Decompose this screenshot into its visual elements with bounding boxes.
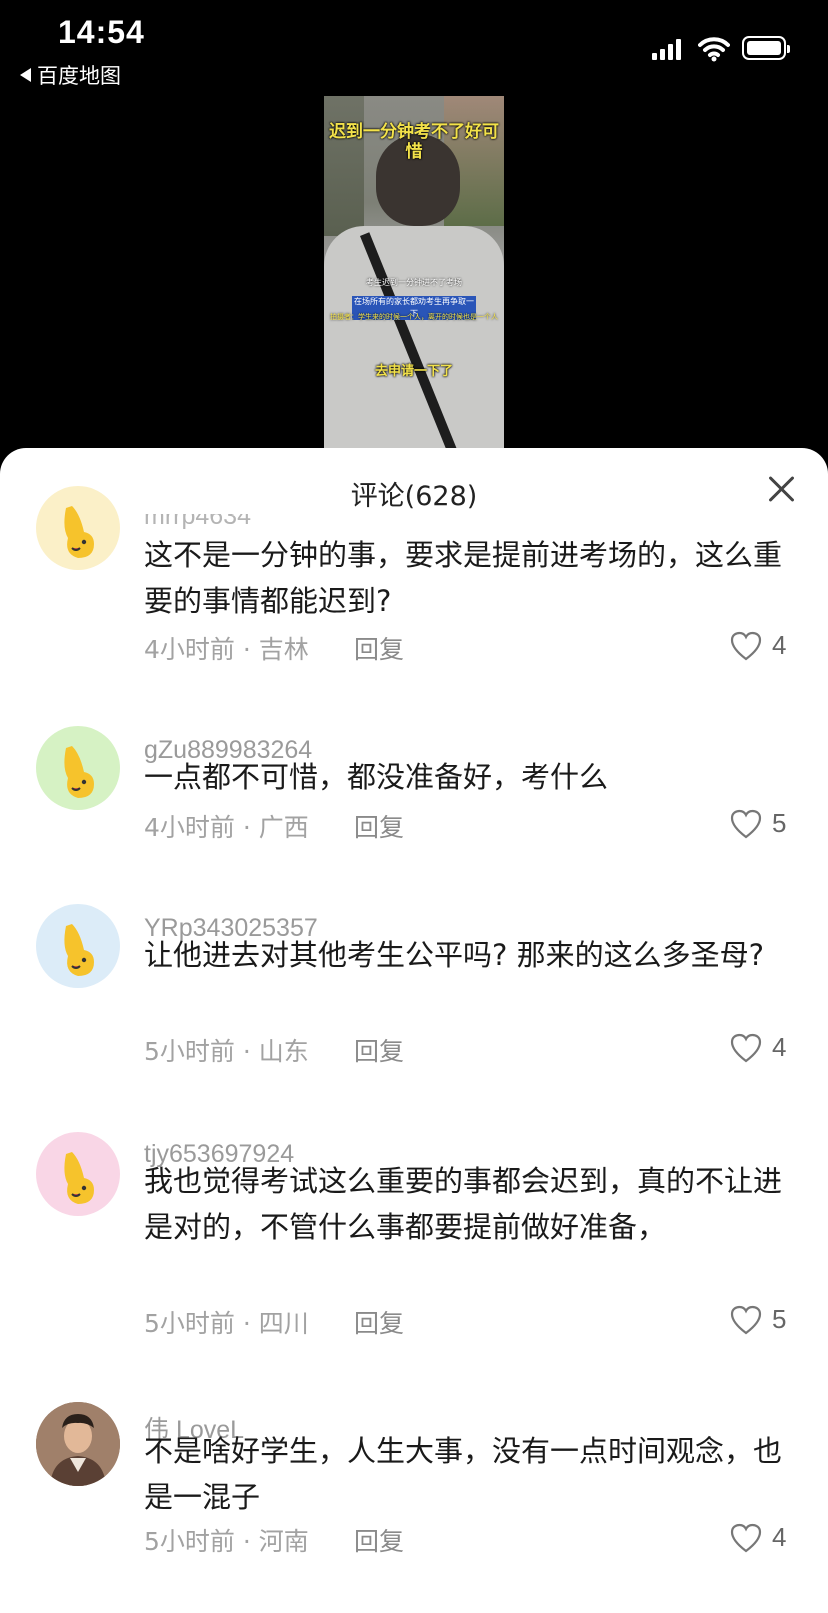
heart-icon bbox=[730, 809, 762, 838]
comment-text: 不是啥好学生，人生大事，没有一点时间观念，也是一混子 bbox=[144, 1434, 783, 1514]
comment-text: 我也觉得考试这么重要的事都会迟到，真的不让进是对的，不管什么事都要提前做好准备， bbox=[144, 1164, 783, 1244]
reply-button[interactable]: 回复 bbox=[354, 1304, 404, 1340]
reply-button[interactable]: 回复 bbox=[354, 630, 404, 666]
like-count: 4 bbox=[772, 630, 787, 660]
back-app-label: 百度地图 bbox=[37, 64, 121, 88]
avatar[interactable] bbox=[36, 1132, 120, 1216]
like-button[interactable]: 5 bbox=[730, 1304, 786, 1335]
video-caption-line: 考生迟到一分钟进不了考场 bbox=[366, 278, 462, 287]
video-caption-title: 迟到一分钟考不了好可惜 bbox=[329, 122, 499, 162]
comment-text: 这不是一分钟的事，要求是提前进考场的，这么重要的事情都能迟到? bbox=[144, 538, 783, 618]
bunny-avatar-icon bbox=[64, 1152, 94, 1204]
video-background bbox=[324, 96, 364, 236]
reply-button[interactable]: 回复 bbox=[354, 1032, 404, 1068]
heart-icon bbox=[730, 1523, 762, 1552]
like-button[interactable]: 5 bbox=[730, 808, 786, 839]
comments-title: 评论(628) bbox=[350, 481, 478, 512]
heart-icon bbox=[730, 631, 762, 660]
comment-meta: 4小时前 · 吉林 bbox=[144, 635, 309, 664]
video-person-body bbox=[324, 226, 504, 452]
like-button[interactable]: 4 bbox=[730, 1522, 786, 1553]
user-photo-icon bbox=[36, 1402, 120, 1486]
like-button[interactable]: 4 bbox=[730, 630, 786, 661]
avatar[interactable] bbox=[36, 486, 120, 570]
bunny-avatar-icon bbox=[64, 506, 94, 558]
like-count: 5 bbox=[772, 808, 787, 838]
close-icon[interactable] bbox=[766, 474, 796, 504]
heart-icon bbox=[730, 1033, 762, 1062]
back-to-app-button[interactable]: 百度地图 bbox=[20, 60, 121, 90]
back-arrow-icon bbox=[20, 68, 31, 82]
comment-meta: 5小时前 · 四川 bbox=[144, 1309, 309, 1338]
video-player[interactable]: 迟到一分钟考不了好可惜 考生迟到一分钟进不了考场 在场所有的家长都劝考生再争取一… bbox=[324, 96, 504, 452]
video-caption-line: 拍摄者：学生来的时候一个人，离开的时候也是一个人 bbox=[330, 313, 498, 321]
wifi-icon bbox=[698, 37, 730, 62]
battery-icon bbox=[742, 36, 790, 60]
cellular-signal-icon bbox=[652, 38, 681, 60]
like-count: 4 bbox=[772, 1032, 787, 1062]
bunny-avatar-icon bbox=[64, 924, 94, 976]
comment-meta: 5小时前 · 河南 bbox=[144, 1527, 309, 1556]
comments-sheet: 评论(628) mrrp4634 这不是一分钟的事，要求是提前进考场的，这么重要… bbox=[0, 448, 828, 1613]
status-bar: 14:54 百度地图 bbox=[0, 0, 828, 100]
comment-meta: 5小时前 · 山东 bbox=[144, 1037, 309, 1066]
heart-icon bbox=[730, 1305, 762, 1334]
like-count: 4 bbox=[772, 1522, 787, 1552]
avatar[interactable] bbox=[36, 1402, 120, 1486]
reply-button[interactable]: 回复 bbox=[354, 808, 404, 844]
comment-meta: 4小时前 · 广西 bbox=[144, 813, 309, 842]
comment-text: 一点都不可惜，都没准备好，考什么 bbox=[144, 760, 609, 794]
bunny-avatar-icon bbox=[64, 746, 94, 798]
avatar[interactable] bbox=[36, 904, 120, 988]
avatar[interactable] bbox=[36, 726, 120, 810]
comment-text: 让他进去对其他考生公平吗? 那来的这么多圣母? bbox=[144, 938, 765, 972]
like-button[interactable]: 4 bbox=[730, 1032, 786, 1063]
like-count: 5 bbox=[772, 1304, 787, 1334]
video-caption-subtitle: 去申请一下了 bbox=[374, 364, 453, 379]
status-time: 14:54 bbox=[58, 14, 145, 50]
reply-button[interactable]: 回复 bbox=[354, 1522, 404, 1558]
